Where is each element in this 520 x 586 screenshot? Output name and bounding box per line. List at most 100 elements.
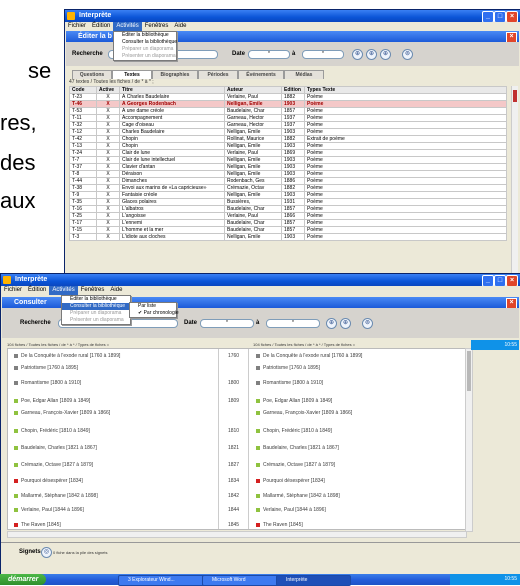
column-header[interactable]: Titre xyxy=(119,86,225,94)
table-row[interactable]: T-7 X Clair de lune intellectuel Nelligan, … xyxy=(69,156,507,164)
menu-fichier[interactable]: Fichier xyxy=(65,22,89,31)
chronology-item-right[interactable]: Crémazie, Octave [1827 à 1879] xyxy=(250,461,464,469)
submenu-par-chronologie[interactable]: ✔ Par chronologie xyxy=(130,310,179,317)
menu-aide[interactable]: Aide xyxy=(107,286,125,295)
chronology-item-left[interactable]: Chopin, Frédéric [1810 à 1849] xyxy=(8,427,213,435)
chronology-item-left[interactable]: Garneau, François-Xavier [1809 à 1866] xyxy=(8,409,213,417)
chronology-item-left[interactable]: Patriotisme [1760 à 1895] xyxy=(8,364,213,372)
scrollbar-thumb[interactable] xyxy=(513,90,517,102)
chronology-item-right[interactable]: De la Conquête à l'exode rural [1760 à 1… xyxy=(250,352,464,360)
table-row[interactable]: T-17 X L'ennemi Baudelaire, Char 1857 Poème xyxy=(69,219,507,227)
chronology-item-right[interactable]: Romantisme [1800 à 1910] xyxy=(250,379,464,387)
chronology-item-right[interactable]: Poe, Edgar Allan [1809 à 1849] xyxy=(250,397,464,405)
menu-activites[interactable]: Activités xyxy=(49,286,78,295)
menu-fenetres[interactable]: Fenêtres xyxy=(78,286,108,295)
taskbar-item[interactable]: Microsoft Word xyxy=(202,575,283,586)
tab-medias[interactable]: Médias xyxy=(284,70,324,79)
menu-item-preparer[interactable]: Préparer un diaporama xyxy=(114,46,176,53)
chronology-item-left[interactable]: Pourquoi désespérer [1834] xyxy=(8,477,213,485)
horizontal-scrollbar[interactable] xyxy=(7,531,467,538)
menu-item-preparer[interactable]: Préparer un diaporama xyxy=(62,310,130,317)
date-from-input[interactable]: * xyxy=(200,319,254,328)
table-row[interactable]: T-25 X L'angoisse Verlaine, Paul 1866 Poème xyxy=(69,212,507,220)
zoom-icon[interactable]: ⊕ xyxy=(340,318,351,329)
menu-item-editer[interactable]: Éditer la bibliothèque xyxy=(62,296,130,303)
date-from-input[interactable]: * xyxy=(248,50,290,59)
table-row[interactable]: T-46 X À Georges Rodenbach Nelligan, Émile 1… xyxy=(69,100,507,108)
chronology-item-right[interactable]: Garneau, François-Xavier [1809 à 1866] xyxy=(250,409,464,417)
menu-fichier[interactable]: Fichier xyxy=(1,286,25,295)
tab-biographies[interactable]: Biographies xyxy=(152,70,198,79)
table-row[interactable]: T-38 X Envoi aux marins de «La capricieuse… xyxy=(69,184,507,192)
menu-edition[interactable]: Édition xyxy=(89,22,113,31)
chronology-item-right[interactable]: Baudelaire, Charles [1821 à 1867] xyxy=(250,444,464,452)
taskbar-item[interactable]: Interprète xyxy=(276,575,351,586)
chronology-item-left[interactable]: De la Conquête à l'exode rural [1760 à 1… xyxy=(8,352,213,360)
table-row[interactable]: T-3 X L'idiote aux cloches Nelligan, Émile 1… xyxy=(69,233,507,241)
vertical-scrollbar[interactable] xyxy=(465,348,473,532)
table-row[interactable]: T-53 X À une dame créole Baudelaire, Char 18… xyxy=(69,107,507,115)
chronology-item-right[interactable]: Patriotisme [1760 à 1895] xyxy=(250,364,464,372)
menu-item-presenter[interactable]: Présenter un diaporama xyxy=(62,317,130,324)
menu-item-consulter[interactable]: Consulter la bibliothèque xyxy=(114,39,177,46)
chronology-item-left[interactable]: The Raven [1845] xyxy=(8,521,213,529)
table-row[interactable]: T-11 X Accompagnement Garneau, Hector 1937 Po… xyxy=(69,114,507,122)
chronology-item-left[interactable]: Mallarmé, Stéphane [1842 à 1898] xyxy=(8,492,213,500)
table-row[interactable]: T-23 X À Charles Baudelaire Verlaine, Paul 1… xyxy=(69,93,507,101)
search-icon[interactable]: ⊕ xyxy=(352,49,363,60)
column-header[interactable]: Types Texte xyxy=(304,86,507,94)
search-icon[interactable]: ⊕ xyxy=(326,318,337,329)
column-header[interactable]: Code xyxy=(69,86,97,94)
zoom-icon[interactable]: ⊕ xyxy=(366,49,377,60)
tab-textes[interactable]: Textes xyxy=(112,70,152,79)
chronology-item-left[interactable]: Verlaine, Paul [1844 à 1896] xyxy=(8,506,213,514)
table-cell: 1903 xyxy=(281,163,305,171)
chronology-item-left[interactable]: Poe, Edgar Allan [1809 à 1849] xyxy=(8,397,213,405)
table-row[interactable]: T-42 X Chopin Rollinat, Maurice 1882 Extrait … xyxy=(69,135,507,143)
table-row[interactable]: T-44 X Dimanches Rodenbach, Ges 1886 Poème xyxy=(69,177,507,185)
refresh-icon[interactable]: ⊚ xyxy=(362,318,373,329)
search-next-icon[interactable]: ⊕ xyxy=(380,49,391,60)
table-row[interactable]: T-12 X Charles Baudelaire Nelligan, Émile 19… xyxy=(69,128,507,136)
submenu-par-liste[interactable]: Par liste xyxy=(130,303,176,310)
table-row[interactable]: T-15 X L'homme et la mer Baudelaire, Char 18… xyxy=(69,226,507,234)
scrollbar-thumb[interactable] xyxy=(467,351,471,391)
start-button[interactable]: démarrer xyxy=(0,574,46,585)
chronology-item-right[interactable]: Verlaine, Paul [1844 à 1896] xyxy=(250,506,464,514)
table-cell: 1886 xyxy=(281,177,305,185)
tab-evenements[interactable]: Événements xyxy=(238,70,284,79)
chronology-item-right[interactable]: Chopin, Frédéric [1810 à 1849] xyxy=(250,427,464,435)
table-row[interactable]: T-37 X Clavier d'antan Nelligan, Émile 1903 P… xyxy=(69,163,507,171)
chronology-item-left[interactable]: Romantisme [1800 à 1910] xyxy=(8,379,213,387)
taskbar-item[interactable]: 3 Explorateur Wind... xyxy=(118,575,209,586)
column-header[interactable]: Auteur xyxy=(224,86,282,94)
chronology-item-right[interactable]: Mallarmé, Stéphane [1842 à 1898] xyxy=(250,492,464,500)
table-row[interactable]: T-32 X Cage d'oiseau Garneau, Hector 1937 Poè… xyxy=(69,121,507,129)
menu-fenetres[interactable]: Fenêtres xyxy=(142,22,172,31)
date-to-input[interactable]: * xyxy=(302,50,344,59)
column-header[interactable]: Édition xyxy=(281,86,305,94)
menu-activites[interactable]: Activités xyxy=(113,22,142,31)
vertical-scrollbar[interactable] xyxy=(511,86,518,276)
menu-item-presenter[interactable]: Présenter un diaporama xyxy=(114,53,176,60)
refresh-icon[interactable]: ⊚ xyxy=(402,49,413,60)
menu-item-editer[interactable]: Éditer la bibliothèque xyxy=(114,32,176,39)
tab-questions[interactable]: Questions xyxy=(72,70,112,79)
menu-edition[interactable]: Édition xyxy=(25,286,49,295)
table-row[interactable]: T-35 X Glaces polaires Bussières, 1931 Poème xyxy=(69,198,507,206)
chronology-item-left[interactable]: Crémazie, Octave [1827 à 1879] xyxy=(8,461,213,469)
table-row[interactable]: T-24 X Clair de lune Verlaine, Paul 1869 Poèm… xyxy=(69,149,507,157)
table-row[interactable]: T-13 X Chopin Nelligan, Émile 1903 Poème xyxy=(69,142,507,150)
bookmark-icon[interactable]: ◎ xyxy=(41,547,52,558)
tab-periodes[interactable]: Périodes xyxy=(198,70,238,79)
chronology-item-right[interactable]: Pourquoi désespérer [1834] xyxy=(250,477,464,485)
menu-item-consulter[interactable]: Consulter la bibliothèque xyxy=(62,303,130,310)
menu-aide[interactable]: Aide xyxy=(171,22,189,31)
column-header[interactable]: Active xyxy=(96,86,120,94)
table-row[interactable]: T-16 X L'albatros Baudelaire, Char 1857 Poème xyxy=(69,205,507,213)
table-row[interactable]: T-8 X Déraison Nelligan, Émile 1903 Poème xyxy=(69,170,507,178)
chronology-item-right[interactable]: The Raven [1845] xyxy=(250,521,464,529)
chronology-item-left[interactable]: Baudelaire, Charles [1821 à 1867] xyxy=(8,444,213,452)
date-to-input[interactable]: * xyxy=(266,319,320,328)
table-row[interactable]: T-9 X Fantaisie créole Nelligan, Émile 1903 P… xyxy=(69,191,507,199)
